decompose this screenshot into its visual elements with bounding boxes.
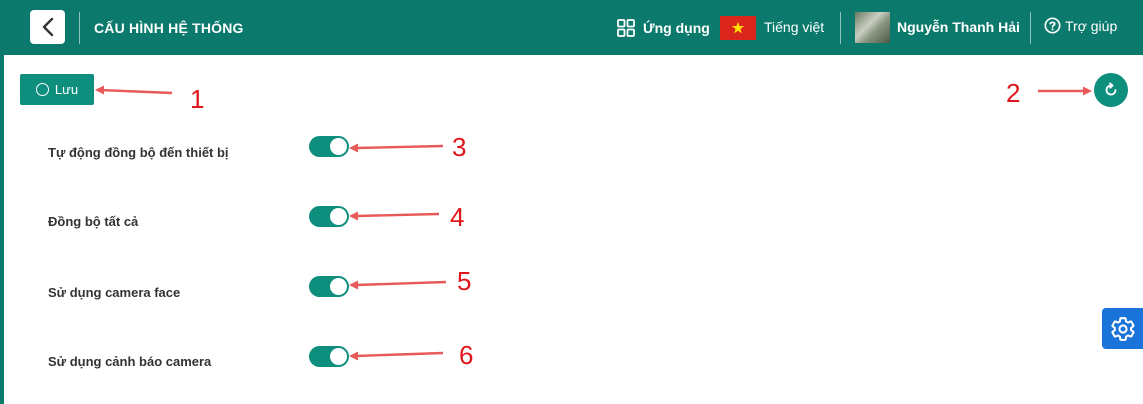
annotation-arrowhead-6 — [349, 351, 358, 361]
annotation-number-1: 1 — [190, 84, 205, 114]
annotation-arrow-4 — [355, 212, 440, 218]
annotation-arrow-3 — [355, 144, 444, 150]
annotation-number-3: 3 — [452, 132, 467, 162]
annotation-arrowhead-3 — [349, 143, 358, 153]
annotation-arrowhead-4 — [349, 211, 358, 221]
annotation-arrow-1 — [99, 88, 173, 95]
annotation-number-4: 4 — [450, 202, 465, 232]
annotation-arrow-6 — [355, 351, 444, 358]
annotation-number-2: 2 — [1006, 78, 1021, 108]
annotation-arrowhead-5 — [349, 280, 358, 290]
annotation-arrowhead-2 — [1083, 86, 1092, 96]
annotation-arrows — [95, 85, 1092, 361]
annotation-number-5: 5 — [457, 266, 472, 296]
annotation-number-6: 6 — [459, 340, 474, 370]
annotation-arrowhead-1 — [95, 85, 104, 95]
annotation-arrow-5 — [355, 280, 447, 287]
